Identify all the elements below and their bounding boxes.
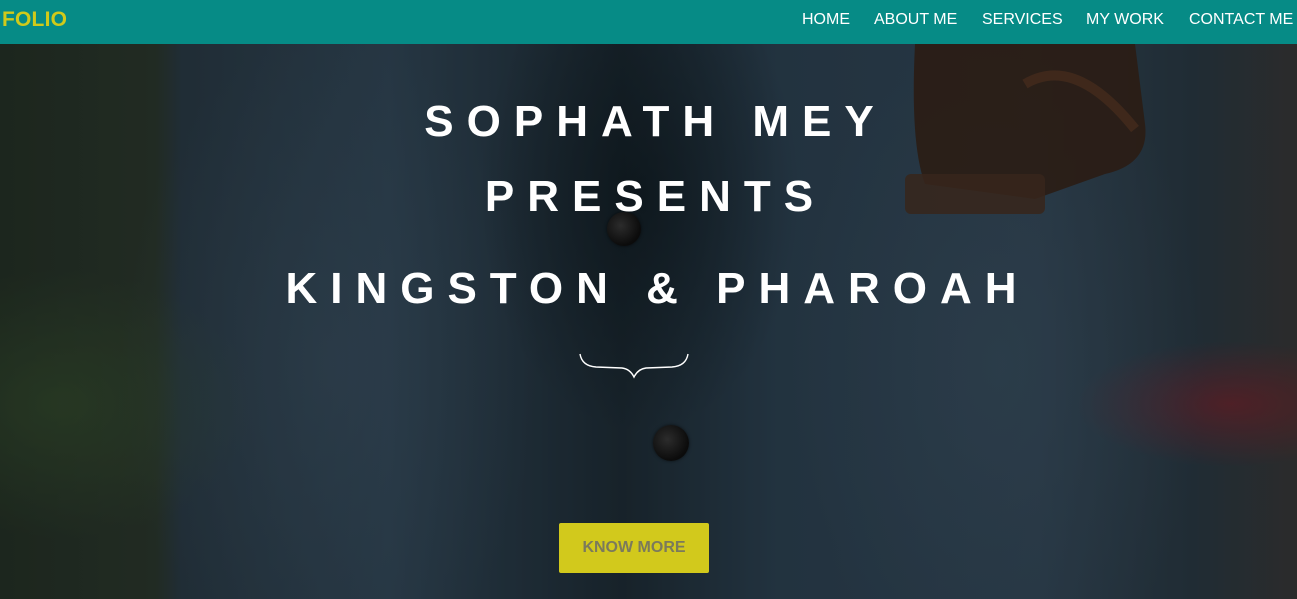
nav-link-home[interactable]: HOME: [802, 11, 850, 29]
nav-link-about-me[interactable]: ABOUT ME: [874, 11, 957, 29]
page: FOLIO HOME ABOUT ME SERVICES MY WORK CON…: [0, 0, 1297, 599]
nav-link-my-work[interactable]: MY WORK: [1086, 11, 1164, 29]
hero-title-line-2: PRESENTS: [484, 172, 827, 221]
hero-content: SOPHATH MEY PRESENTS KINGSTON & PHAROAH …: [0, 44, 1297, 599]
hero-section: SOPHATH MEY PRESENTS KINGSTON & PHAROAH …: [0, 44, 1297, 599]
nav-links: HOME ABOUT ME SERVICES MY WORK CONTACT M…: [0, 11, 1297, 31]
curly-brace-divider-icon: [579, 353, 689, 379]
hero-title-line-3: KINGSTON & PHAROAH: [285, 264, 1030, 313]
nav-link-services[interactable]: SERVICES: [982, 11, 1063, 29]
know-more-button[interactable]: KNOW MORE: [559, 523, 709, 573]
navbar: FOLIO HOME ABOUT ME SERVICES MY WORK CON…: [0, 0, 1297, 44]
hero-title-line-1: SOPHATH MEY: [424, 97, 887, 146]
nav-link-contact-me[interactable]: CONTACT ME: [1189, 11, 1293, 29]
